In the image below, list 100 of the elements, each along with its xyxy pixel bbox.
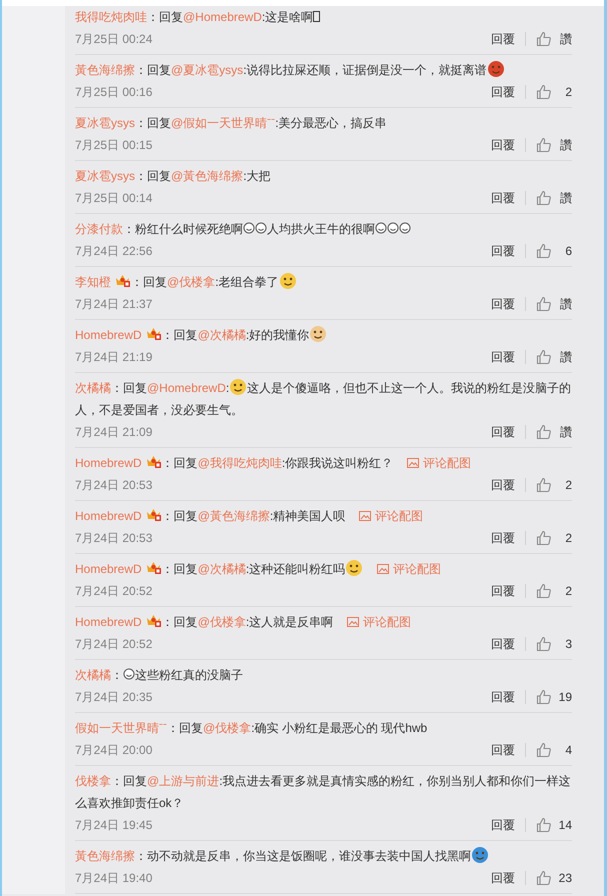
reply-link[interactable]: 回覆	[491, 348, 515, 366]
thumbs-up-icon[interactable]	[536, 137, 552, 153]
mention-link[interactable]: @HomebrewD	[183, 10, 262, 24]
comment-text: 黃色海绵擦：动不动就是反串，你当这是饭圈呢，谁没事去装中国人找黑啊	[75, 849, 489, 863]
comment-date: 7月24日 21:09	[75, 424, 152, 440]
comment-date: 7月24日 20:53	[75, 530, 152, 546]
thumbs-up-icon[interactable]	[536, 530, 552, 546]
comment-date: 7月24日 20:52	[75, 582, 152, 600]
comment-date: 7月24日 20:53	[75, 476, 152, 494]
user-name-link[interactable]: HomebrewD	[75, 615, 142, 629]
reply-link[interactable]: 回覆	[491, 136, 515, 154]
thumbs-up-icon[interactable]	[536, 243, 552, 259]
smiley-icon	[375, 222, 387, 234]
image-icon	[377, 564, 390, 574]
reply-link[interactable]: 回覆	[491, 424, 515, 440]
reply-link[interactable]: 回覆	[491, 30, 515, 48]
user-name-link[interactable]: HomebrewD	[75, 456, 142, 470]
reply-link[interactable]: 回覆	[491, 742, 515, 758]
thumbs-up-icon[interactable]	[536, 870, 552, 886]
image-icon	[359, 511, 372, 521]
thumbs-up-icon[interactable]	[536, 583, 552, 599]
user-name-link[interactable]: 次橘橘	[75, 381, 111, 395]
user-name-link[interactable]: 我得吃炖肉哇	[75, 10, 147, 24]
image-link[interactable]: 评论配图	[347, 615, 412, 629]
reply-link[interactable]: 回覆	[491, 84, 515, 100]
mention-link[interactable]: @假如一天世界晴ˉˉ	[171, 116, 276, 130]
reply-link[interactable]: 回覆	[491, 816, 515, 834]
reply-link[interactable]: 回覆	[491, 530, 515, 546]
comment-text: 次橘橘：回复@HomebrewD: 这人是个傻逼咯，但也不止这一个人。我说的粉红是没脑子的人，不是爱国者，没必要生气。	[75, 381, 572, 417]
comment-text: 我得吃炖肉哇：回复@HomebrewD:这是啥啊	[75, 10, 320, 24]
comment-date: 7月24日 19:45	[75, 816, 152, 834]
thumbs-up-icon[interactable]	[536, 349, 552, 365]
user-name-link[interactable]: HomebrewD	[75, 562, 142, 576]
like-count: 讚	[559, 424, 572, 440]
reply-link[interactable]: 回覆	[491, 242, 515, 260]
thumbs-up-icon[interactable]	[536, 296, 552, 312]
thumbs-up-icon[interactable]	[536, 817, 552, 833]
user-name-link[interactable]: 分漆付款	[75, 222, 123, 236]
like-count: 讚	[559, 348, 572, 366]
image-link[interactable]: 评论配图	[407, 456, 472, 470]
comment-text: 夏冰雹ysys：回复@假如一天世界晴ˉˉ:美分最恶心，搞反串	[75, 116, 387, 130]
mention-link[interactable]: @次橘橘	[198, 562, 246, 576]
mention-link[interactable]: @HomebrewD	[147, 381, 226, 395]
user-name-link[interactable]: 夏冰雹ysys	[75, 169, 135, 183]
reply-link[interactable]: 回覆	[491, 190, 515, 206]
thumbs-up-icon[interactable]	[536, 31, 552, 47]
image-link[interactable]: 评论配图	[377, 562, 442, 576]
comment-text: 李知橙 ：回复@伐楼拿:老组合拳了	[75, 275, 297, 289]
thumbs-up-icon[interactable]	[536, 636, 552, 652]
missing-glyph-icon	[313, 11, 320, 22]
reply-link[interactable]: 回覆	[491, 636, 515, 652]
reply-link[interactable]: 回覆	[491, 582, 515, 600]
like-count: 2	[564, 531, 572, 545]
mention-link[interactable]: @伐楼拿	[198, 615, 246, 629]
user-name-link[interactable]: HomebrewD	[75, 509, 142, 523]
comment-date: 7月25日 00:14	[75, 190, 152, 206]
thumbs-up-icon[interactable]	[536, 477, 552, 493]
user-name-link[interactable]: HomebrewD	[75, 328, 142, 342]
mention-link[interactable]: @上游与前进	[147, 774, 220, 788]
reply-link[interactable]: 回覆	[491, 476, 515, 494]
mention-link[interactable]: @夏冰雹ysys	[171, 63, 244, 77]
thumbs-up-icon[interactable]	[536, 84, 552, 100]
user-name-link[interactable]: 次橘橘	[75, 668, 111, 682]
mention-link[interactable]: @黃色海绵擦	[198, 509, 270, 523]
comment-date: 7月25日 00:16	[75, 84, 152, 100]
like-count: 2	[564, 584, 572, 598]
user-name-link[interactable]: 李知橙	[75, 275, 111, 289]
mention-link[interactable]: @次橘橘	[198, 328, 246, 342]
user-name-link[interactable]: 假如一天世界晴ˉˉ	[75, 721, 167, 735]
thumbs-up-icon[interactable]	[536, 742, 552, 758]
comment-date: 7月24日 20:52	[75, 636, 152, 652]
comment-text: HomebrewD ：回复@我得吃炖肉哇:你跟我说这叫粉红？ 评论配图	[75, 456, 472, 470]
reply-link[interactable]: 回覆	[491, 296, 515, 312]
thumbs-up-icon[interactable]	[536, 190, 552, 206]
reply-link[interactable]: 回覆	[491, 870, 515, 886]
reply-link[interactable]: 回覆	[491, 688, 515, 706]
mention-link[interactable]: @伐楼拿	[167, 275, 216, 289]
like-count: 讚	[559, 296, 572, 312]
image-link[interactable]: 评论配图	[359, 509, 424, 523]
like-count: 23	[558, 871, 572, 885]
comment-date: 7月25日 00:15	[75, 136, 152, 154]
like-count: 讚	[559, 136, 572, 154]
comment-text: 次橘橘： 这些粉红真的没脑子	[75, 668, 243, 682]
comment-date: 7月24日 21:19	[75, 348, 152, 366]
like-count: 2	[564, 478, 572, 492]
comment-text: 假如一天世界晴ˉˉ：回复@伐楼拿:确实 小粉红是最恶心的 现代hwb	[75, 721, 428, 735]
comment-date: 7月24日 20:00	[75, 742, 152, 758]
user-name-link[interactable]: 黃色海绵擦	[75, 849, 135, 863]
comment-text: 夏冰雹ysys：回复@黃色海绵擦:大把	[75, 169, 271, 183]
mention-link[interactable]: @伐楼拿	[203, 721, 252, 735]
comment-text: 伐楼拿：回复@上游与前进:我点进去看更多就是真情实感的粉红，你别当别人都和你们一样这么喜欢推卸责任ok？	[75, 774, 571, 810]
thumbs-up-icon[interactable]	[536, 424, 552, 440]
mention-link[interactable]: @黃色海绵擦	[171, 169, 244, 183]
user-name-link[interactable]: 夏冰雹ysys	[75, 116, 135, 130]
comment-text: HomebrewD ：回复@次橘橘:好的我懂你	[75, 328, 328, 342]
user-name-link[interactable]: 黃色海绵擦	[75, 63, 135, 77]
mention-link[interactable]: @我得吃炖肉哇	[198, 456, 282, 470]
like-count: 2	[564, 85, 572, 99]
user-name-link[interactable]: 伐楼拿	[75, 774, 111, 788]
thumbs-up-icon[interactable]	[536, 689, 552, 705]
